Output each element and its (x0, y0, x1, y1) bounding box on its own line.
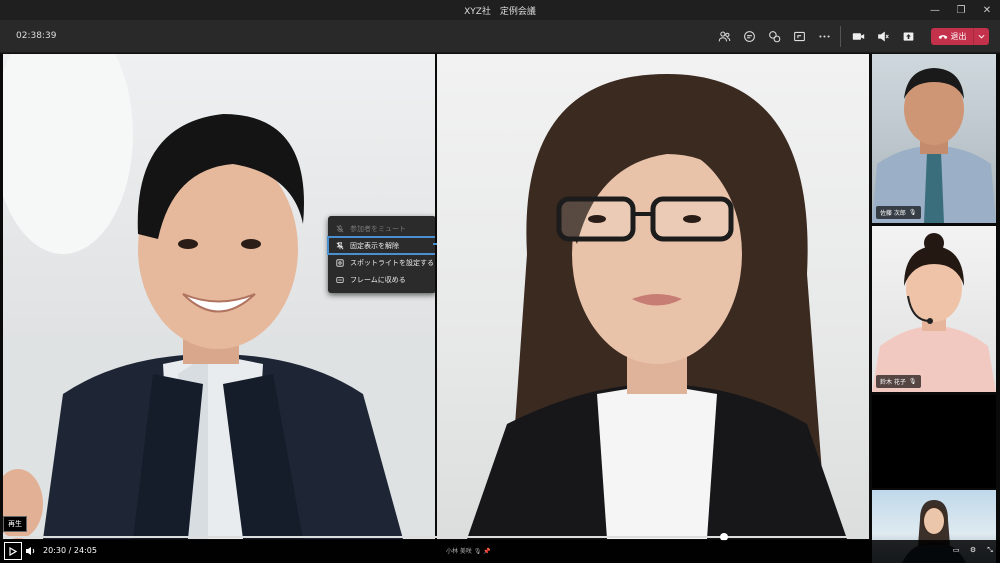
leave-dropdown[interactable] (973, 28, 989, 45)
play-icon (9, 546, 17, 556)
more-icon (819, 35, 830, 38)
participant-tile-sato[interactable]: 佐藤 次郎 🎙 (872, 54, 996, 223)
settings-icon[interactable]: ⚙ (967, 544, 979, 556)
collapse-icon[interactable]: ⤡ (984, 544, 996, 556)
restore-button[interactable]: ❐ (948, 0, 974, 20)
participant-video-older-man (872, 68, 996, 223)
menu-item-label: スポットライトを設定する (350, 258, 434, 267)
share-button[interactable] (790, 27, 809, 46)
player-controls: 20:30 / 24:05 小林 美咲 🎙 📌 ▭ ⚙ ⤡ (0, 540, 1000, 563)
center-participant-name: 小林 美咲 🎙 📌 (446, 546, 491, 555)
menu-item-fit-frame[interactable]: フレームに収める (328, 271, 435, 288)
player-right-controls: ▭ ⚙ ⤡ (950, 544, 996, 556)
participant-name: 鈴木 花子 (880, 379, 906, 386)
phone-hangup-icon (938, 34, 947, 39)
meeting-toolbar: 02:38:39 退出 (0, 20, 1000, 53)
pin-icon: 📌 (483, 548, 491, 555)
participant-name: 佐藤 次郎 (880, 210, 906, 217)
participant-tile-suzuki[interactable]: 鈴木 花子 🎙 (872, 226, 996, 392)
close-button[interactable]: ✕ (974, 0, 1000, 20)
participant-video-woman (467, 74, 847, 539)
video-tile-main[interactable] (437, 54, 869, 539)
mic-icon: 🎙 (908, 378, 917, 385)
time-separator: / (68, 546, 72, 555)
reactions-button[interactable] (765, 27, 784, 46)
mic-icon: 🎙 (908, 209, 917, 216)
spotlight-icon (336, 258, 344, 267)
title-bar: XYZ社 定例会議 — ❐ ✕ (0, 0, 1000, 20)
leave-main[interactable]: 退出 (931, 31, 973, 42)
chat-icon (744, 31, 755, 42)
speaker-mute-icon (878, 31, 889, 42)
share-screen-icon (794, 31, 805, 42)
mic-icon: 🎙 (473, 548, 482, 555)
menu-item-label: 参加者をミュート (350, 224, 406, 233)
chevron-down-icon (978, 34, 985, 39)
menu-item-label: 固定表示を解除 (350, 241, 399, 250)
total-time: 24:05 (73, 546, 97, 555)
unpin-icon (336, 241, 344, 249)
participant-name: 小林 美咲 (446, 548, 472, 555)
toolbar-separator (840, 26, 841, 47)
leave-label: 退出 (950, 32, 967, 41)
play-button[interactable] (4, 542, 22, 560)
menu-item-label: フレームに収める (350, 275, 406, 284)
video-tile-pinned[interactable]: 参加者をミュート 固定表示を解除 スポットライトを設定する フレームに収める (3, 54, 435, 539)
fit-frame-icon (336, 276, 344, 283)
participant-video-man (3, 54, 435, 539)
leave-button[interactable]: 退出 (931, 28, 989, 45)
window-title: XYZ社 定例会議 (464, 6, 536, 17)
more-button[interactable] (815, 27, 834, 46)
share-tray-icon (903, 32, 914, 41)
menu-item-spotlight[interactable]: スポットライトを設定する (328, 254, 435, 271)
volume-icon[interactable] (25, 545, 37, 557)
video-stage: 参加者をミュート 固定表示を解除 スポットライトを設定する フレームに収める 佐… (0, 54, 1000, 563)
participant-context-menu: 参加者をミュート 固定表示を解除 スポットライトを設定する フレームに収める (327, 216, 435, 293)
current-time: 20:30 (43, 546, 67, 555)
captions-icon[interactable]: ▭ (950, 544, 962, 556)
meeting-timer: 02:38:39 (16, 31, 57, 41)
minimize-button[interactable]: — (922, 0, 948, 20)
play-tooltip: 再生 (3, 516, 27, 532)
reaction-icon (769, 31, 781, 43)
playback-time: 20:30 / 24:05 (43, 546, 97, 555)
media-controls (849, 27, 918, 46)
camera-icon (852, 33, 865, 40)
share-tray-button[interactable] (899, 27, 918, 46)
camera-button[interactable] (849, 27, 868, 46)
chat-button[interactable] (740, 27, 759, 46)
window-controls: — ❐ ✕ (922, 0, 1000, 20)
meeting-tools (715, 27, 834, 46)
participant-name-tag: 佐藤 次郎 🎙 (876, 206, 921, 219)
menu-item-unpin[interactable]: 固定表示を解除 (327, 236, 435, 255)
empty-tile (872, 395, 996, 488)
participants-button[interactable] (715, 27, 734, 46)
mic-off-icon (336, 224, 344, 232)
participant-video-headset-woman (872, 233, 996, 392)
people-icon (718, 31, 731, 42)
mic-button[interactable] (874, 27, 893, 46)
menu-item-mute-participant: 参加者をミュート (328, 220, 435, 237)
participant-name-tag: 鈴木 花子 🎙 (876, 375, 921, 388)
